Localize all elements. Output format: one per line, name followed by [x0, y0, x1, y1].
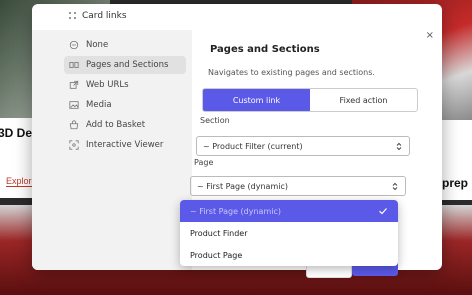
viewer-icon — [69, 140, 79, 150]
dropdown-option-product-page[interactable]: Product Page — [180, 244, 398, 266]
page-dropdown-menu: ~ First Page (dynamic) Product Finder Pr… — [180, 200, 398, 266]
panel-description: Navigates to existing pages and sections… — [208, 68, 375, 77]
dropdown-option-first-page[interactable]: ~ First Page (dynamic) — [180, 200, 398, 222]
sidebar-item-label: Media — [86, 100, 112, 110]
dropdown-option-label: Product Page — [190, 250, 243, 260]
sidebar-item-add-to-basket[interactable]: Add to Basket — [68, 116, 145, 134]
tab-fixed-action[interactable]: Fixed action — [310, 89, 417, 111]
dropdown-option-label: ~ First Page (dynamic) — [190, 206, 281, 216]
section-select[interactable]: ~ Product Filter (current) — [196, 136, 410, 156]
panel-title: Pages and Sections — [210, 44, 320, 55]
sidebar-item-none[interactable]: None — [68, 36, 108, 54]
page-select-value: ~ First Page (dynamic) — [197, 181, 288, 191]
circle-slash-icon — [69, 40, 79, 50]
drag-handle-icon[interactable] — [68, 11, 78, 21]
chevron-up-down-icon — [396, 142, 402, 151]
image-icon — [69, 101, 79, 109]
sidebar-item-interactive-viewer[interactable]: Interactive Viewer — [68, 136, 163, 154]
tab-custom-link[interactable]: Custom link — [203, 89, 310, 111]
sidebar-item-label: Interactive Viewer — [86, 140, 164, 150]
sidebar-item-web-urls[interactable]: Web URLs — [68, 76, 129, 94]
chevron-up-down-icon — [392, 182, 398, 191]
link-mode-toggle: Custom link Fixed action — [202, 88, 418, 112]
external-link-icon — [69, 80, 79, 89]
page-select[interactable]: ~ First Page (dynamic) — [190, 176, 406, 196]
link-type-sidebar: None Pages and Sections Web URLs Media A… — [32, 30, 192, 270]
dialog-title: Card links — [82, 11, 127, 21]
dropdown-option-product-finder[interactable]: Product Finder — [180, 222, 398, 244]
section-label: Section — [200, 116, 230, 125]
dialog-titlebar[interactable]: Card links — [32, 4, 442, 30]
sidebar-item-media[interactable]: Media — [68, 96, 112, 114]
sidebar-item-label: Add to Basket — [86, 120, 146, 130]
sidebar-item-label: None — [86, 40, 109, 50]
dropdown-option-label: Product Finder — [190, 228, 248, 238]
page-label: Page — [194, 158, 214, 167]
pages-icon — [69, 62, 79, 68]
section-select-value: ~ Product Filter (current) — [203, 141, 303, 151]
checkmark-icon — [379, 208, 387, 215]
sidebar-item-pages-and-sections[interactable]: Pages and Sections — [64, 56, 186, 74]
basket-icon — [69, 120, 79, 130]
sidebar-item-label: Web URLs — [86, 80, 129, 90]
sidebar-item-label: Pages and Sections — [86, 60, 169, 70]
